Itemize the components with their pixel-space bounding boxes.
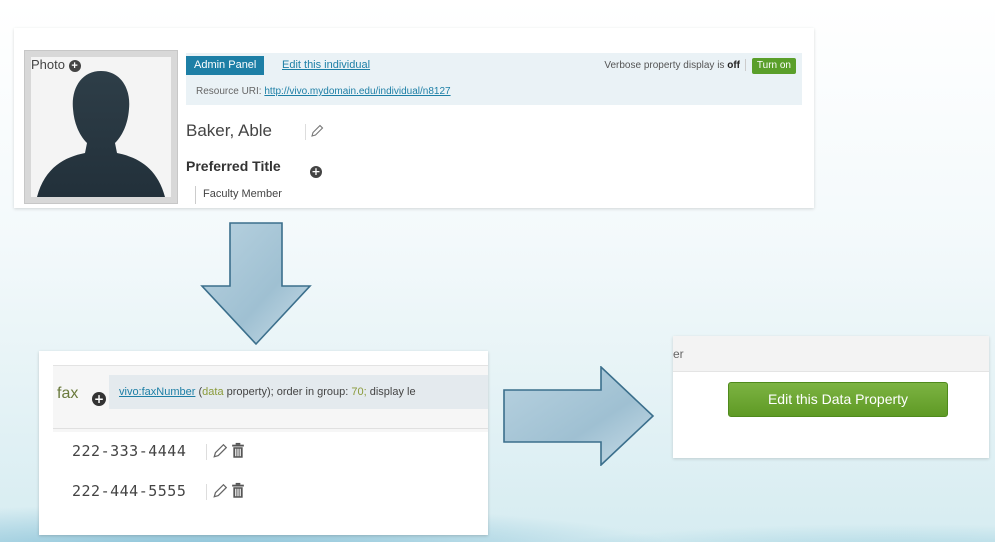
add-preferred-title[interactable]: + (310, 161, 322, 180)
property-uri-link[interactable]: vivo:faxNumber (119, 386, 195, 398)
photo-label-text: Photo (31, 57, 65, 72)
resource-uri-link[interactable]: http://vivo.mydomain.edu/individual/n812… (264, 86, 450, 97)
verbose-state: off (727, 60, 740, 71)
property-order-value: 70; (351, 386, 367, 398)
edit-data-property-button[interactable]: Edit this Data Property (728, 382, 948, 417)
resource-uri-label: Resource URI: (196, 86, 262, 97)
divider (206, 484, 207, 500)
panel-header: er (673, 336, 989, 372)
person-silhouette-icon (37, 71, 165, 197)
right-arrow-icon (503, 366, 655, 466)
fax-value-2: 222-444-5555 (72, 482, 187, 500)
property-type: data (202, 386, 224, 398)
header-text: er (673, 347, 684, 361)
add-photo-icon[interactable]: + (68, 59, 81, 72)
property-order-label: property); order in group: (223, 386, 352, 398)
delete-trash-icon[interactable] (231, 482, 245, 499)
divider (745, 59, 746, 71)
divider (305, 124, 306, 140)
fax-property-panel: fax + vivo:faxNumber (data property); or… (39, 351, 488, 535)
edit-data-property-panel: er Edit this Data Property (673, 336, 989, 458)
preferred-title-value: Faculty Member (203, 188, 282, 200)
profile-panel: Photo + Admin Panel Edit this individual… (14, 28, 814, 208)
property-label: fax (57, 385, 79, 402)
photo-label: Photo + (31, 57, 81, 72)
admin-bar: Admin Panel Edit this individual Verbose… (186, 53, 802, 105)
verbose-status: Verbose property display is off (604, 60, 740, 71)
edit-pencil-icon[interactable] (212, 443, 228, 459)
divider (53, 428, 488, 429)
person-name: Baker, Able (186, 121, 273, 140)
property-info: vivo:faxNumber (data property); order in… (109, 375, 488, 409)
delete-trash-icon[interactable] (231, 442, 245, 459)
fax-value-1: 222-333-4444 (72, 442, 187, 460)
verbose-prefix: Verbose property display is (604, 60, 725, 71)
resource-uri: Resource URI: http://vivo.mydomain.edu/i… (196, 86, 451, 97)
photo-box[interactable]: Photo + (24, 50, 178, 204)
edit-individual-link[interactable]: Edit this individual (282, 59, 370, 71)
edit-pencil-icon[interactable] (212, 483, 228, 499)
plus-icon[interactable]: + (92, 391, 106, 406)
edit-name-pencil-icon[interactable] (310, 124, 324, 138)
property-display-label: display le (366, 386, 416, 398)
photo-frame (31, 57, 171, 197)
down-arrow-icon (200, 222, 312, 346)
divider (206, 444, 207, 460)
plus-icon[interactable]: + (310, 165, 322, 178)
add-fax-button[interactable]: + (92, 388, 106, 407)
divider (195, 186, 196, 204)
turn-on-button[interactable]: Turn on (751, 58, 796, 74)
preferred-title-label: Preferred Title (186, 158, 281, 174)
admin-panel-tab[interactable]: Admin Panel (186, 56, 265, 75)
